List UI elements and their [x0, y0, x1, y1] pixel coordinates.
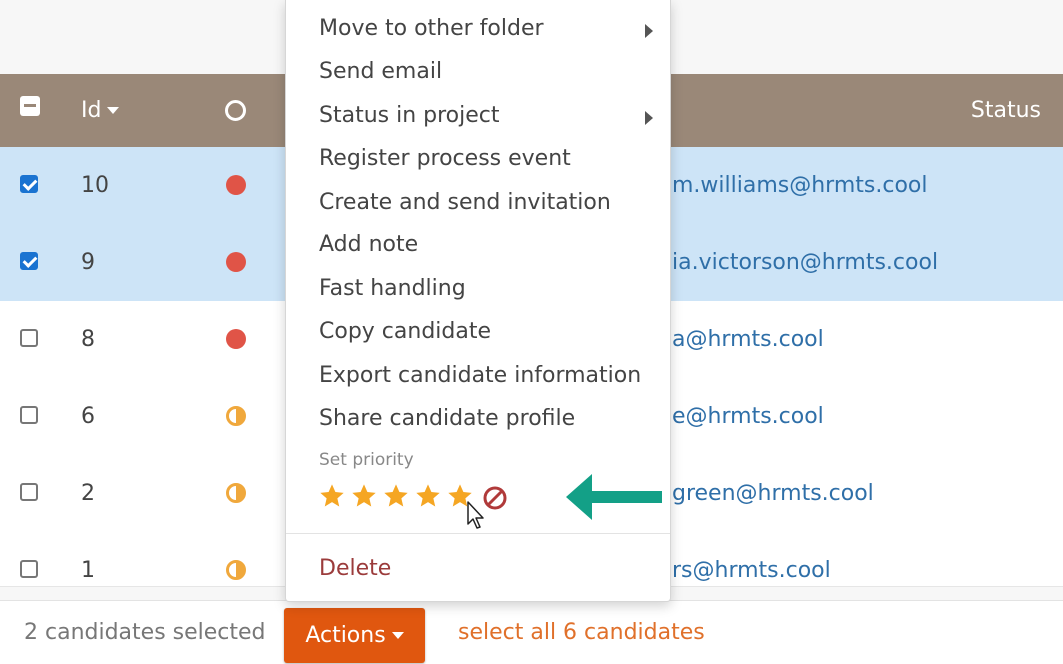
menu-item-move-to-other-folder[interactable]: Move to other folder	[319, 16, 544, 41]
candidate-id: 9	[81, 250, 95, 275]
menu-item-copy-candidate[interactable]: Copy candidate	[319, 319, 491, 344]
actions-button[interactable]: Actions	[284, 608, 425, 663]
candidate-id: 2	[81, 481, 95, 506]
menu-item-status-in-project[interactable]: Status in project	[319, 103, 500, 128]
annotation-arrow-icon	[566, 474, 662, 520]
star-icon[interactable]	[382, 482, 414, 514]
status-dot-red-icon	[226, 329, 246, 349]
submenu-arrow-icon	[645, 24, 653, 38]
sort-down-icon	[107, 107, 120, 114]
candidate-email-link[interactable]: e@hrmts.cool	[672, 378, 824, 455]
star-icon[interactable]	[318, 482, 350, 514]
status-half-circle-icon	[226, 560, 246, 580]
candidate-email-link[interactable]: ia.victorson@hrmts.cool	[672, 224, 938, 301]
status-dot-red-icon	[226, 252, 246, 272]
candidate-email-link[interactable]: green@hrmts.cool	[672, 455, 874, 532]
status-half-circle-icon	[226, 483, 246, 503]
star-icon[interactable]	[350, 482, 382, 514]
id-column-header[interactable]: Id	[81, 74, 120, 147]
chevron-down-icon	[391, 632, 404, 639]
row-checkbox[interactable]	[20, 483, 38, 501]
menu-divider	[286, 533, 670, 534]
candidate-email-link[interactable]: m.williams@hrmts.cool	[672, 147, 927, 224]
row-checkbox[interactable]	[20, 329, 38, 347]
menu-item-share-candidate-profile[interactable]: Share candidate profile	[319, 406, 575, 431]
submenu-arrow-icon	[645, 111, 653, 125]
candidate-id: 6	[81, 404, 95, 429]
row-checkbox[interactable]	[20, 406, 38, 424]
menu-item-create-and-send-invitation[interactable]: Create and send invitation	[319, 190, 611, 215]
candidate-id: 1	[81, 558, 95, 583]
candidate-email-link[interactable]: rs@hrmts.cool	[672, 532, 831, 609]
priority-column-icon	[225, 100, 246, 121]
footer-bar: 2 candidates selected Actions select all…	[0, 600, 1063, 664]
actions-button-label: Actions	[305, 623, 386, 648]
candidate-id: 8	[81, 327, 95, 352]
menu-item-export-candidate-information[interactable]: Export candidate information	[319, 363, 641, 388]
row-checkbox[interactable]	[20, 252, 38, 270]
status-dot-red-icon	[226, 175, 246, 195]
menu-item-add-note[interactable]: Add note	[319, 232, 418, 257]
menu-item-send-email[interactable]: Send email	[319, 59, 442, 84]
status-column-header[interactable]: Status	[971, 74, 1041, 147]
select-all-candidates-link[interactable]: select all 6 candidates	[458, 601, 705, 664]
status-half-circle-icon	[226, 406, 246, 426]
star-icon[interactable]	[414, 482, 446, 514]
id-header-label: Id	[81, 98, 102, 123]
candidate-id: 10	[81, 173, 109, 198]
row-checkbox[interactable]	[20, 175, 38, 193]
status-header-label: Status	[970, 98, 1041, 123]
candidate-email-link[interactable]: a@hrmts.cool	[672, 301, 824, 378]
menu-item-register-process-event[interactable]: Register process event	[319, 146, 571, 171]
select-all-checkbox[interactable]	[20, 96, 40, 116]
delete-menu-item[interactable]: Delete	[319, 556, 391, 581]
set-priority-label: Set priority	[319, 450, 414, 470]
selected-count-text: 2 candidates selected	[24, 620, 266, 645]
row-checkbox[interactable]	[20, 560, 38, 578]
menu-item-fast-handling[interactable]: Fast handling	[319, 276, 466, 301]
mouse-cursor-icon	[467, 501, 484, 529]
